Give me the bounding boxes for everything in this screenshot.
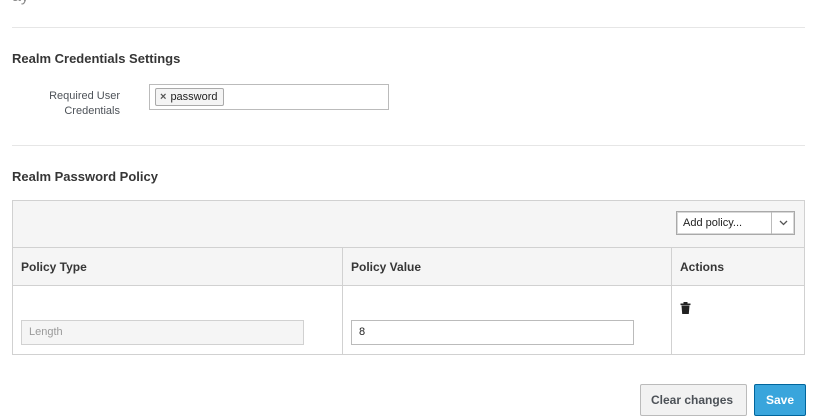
column-divider [342, 248, 343, 354]
remove-tag-icon[interactable]: × [160, 91, 166, 103]
credential-tag-label: password [170, 91, 218, 103]
required-credentials-label: Required User Credentials [30, 89, 120, 119]
divider [12, 145, 805, 146]
required-credentials-input[interactable]: × password [149, 84, 389, 110]
column-divider [671, 248, 672, 354]
clear-changes-button[interactable]: Clear changes [640, 384, 747, 416]
column-header-policy-value: Policy Value [343, 248, 672, 286]
required-credentials-label-line2: Credentials [64, 105, 120, 117]
add-policy-select[interactable]: Add policy... [676, 211, 795, 235]
table-toolbar: Add policy... [13, 201, 804, 248]
column-header-actions: Actions [672, 248, 804, 286]
chevron-down-icon [771, 212, 794, 234]
trash-icon[interactable] [680, 302, 691, 317]
policy-value-input[interactable]: 8 [351, 320, 634, 345]
required-credentials-label-line1: Required User [49, 90, 120, 102]
password-policy-section-title: Realm Password Policy [12, 169, 158, 184]
save-button[interactable]: Save [754, 384, 806, 416]
add-policy-select-value: Add policy... [683, 217, 743, 229]
password-policy-table: Add policy... Policy Type Policy Value A… [12, 200, 805, 355]
credentials-section-title: Realm Credentials Settings [12, 51, 181, 66]
policy-type-field: Length [21, 320, 304, 345]
credential-tag: × password [155, 88, 224, 106]
divider [12, 27, 805, 28]
column-header-policy-type: Policy Type [13, 248, 343, 286]
previous-section-field: ay [12, 0, 29, 6]
